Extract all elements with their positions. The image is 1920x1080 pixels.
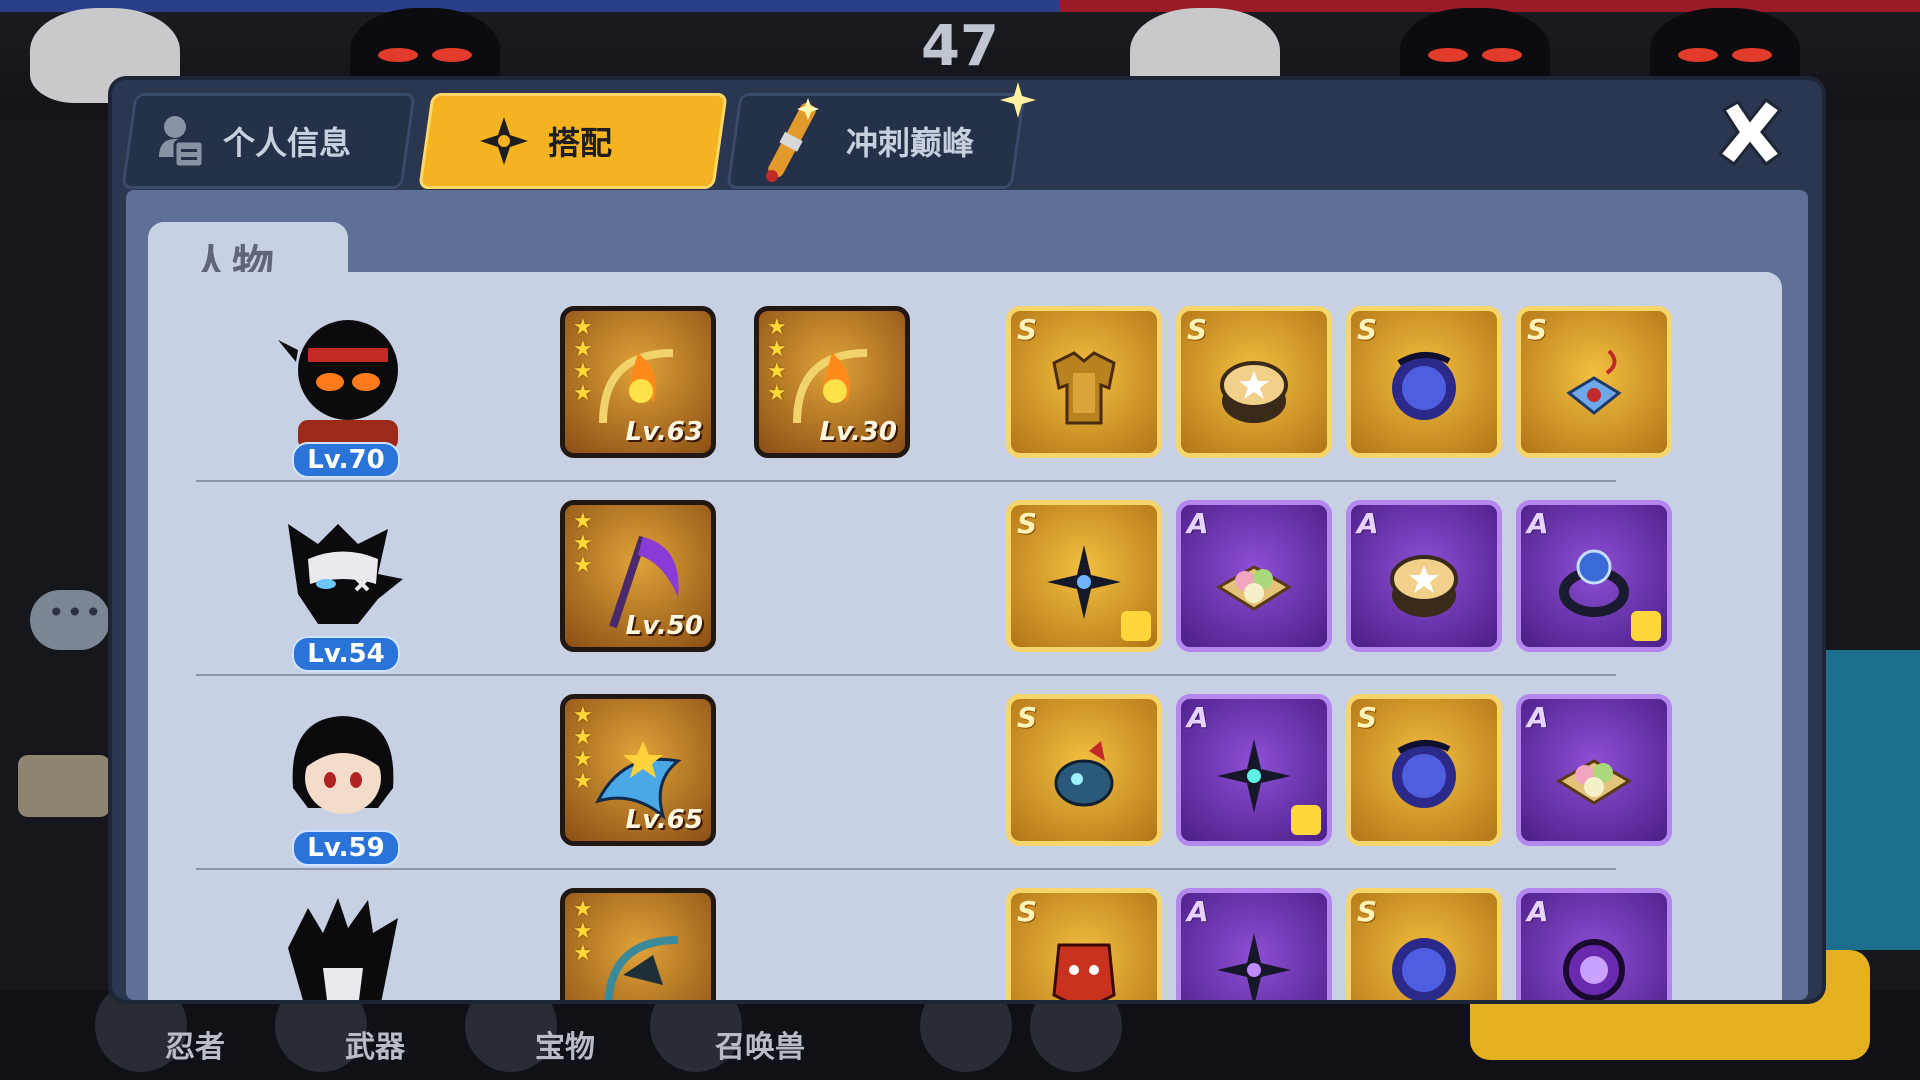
dango-plate-icon bbox=[1556, 758, 1632, 805]
team-blue-health-bar bbox=[0, 0, 1060, 12]
grade-label: S bbox=[1017, 507, 1038, 540]
row-divider bbox=[196, 480, 1616, 482]
shuriken-icon bbox=[1217, 932, 1291, 1000]
upgrade-badge-icon bbox=[1291, 805, 1321, 835]
weapon-level: Lv.65 bbox=[625, 805, 703, 835]
nav-ninja[interactable]: 忍者 bbox=[165, 1022, 225, 1066]
weapon-slot[interactable]: ★ ★ ★ bbox=[560, 888, 716, 1000]
chat-bubble-icon[interactable]: ••• bbox=[30, 590, 110, 650]
drum-icon bbox=[1220, 360, 1288, 423]
sparkle-icon bbox=[1000, 82, 1036, 118]
gear-slot[interactable]: S bbox=[1346, 888, 1502, 1000]
gear-slot[interactable]: A bbox=[1176, 888, 1332, 1000]
level-badge: Lv.70 bbox=[292, 442, 400, 478]
grade-label: S bbox=[1357, 701, 1378, 734]
weapon-slot[interactable]: ★ ★ ★ ★ Lv.65 bbox=[560, 694, 716, 846]
roster-list[interactable]: Lv.70 ★ ★ ★ ★ Lv.63 ★ ★ ★ ★ Lv.30 S S S … bbox=[148, 272, 1782, 1000]
tab-loadout-label: 搭配 bbox=[548, 124, 613, 162]
grade-label: S bbox=[1017, 313, 1038, 346]
side-panel bbox=[1820, 650, 1920, 950]
nav-treasure[interactable]: 宝物 bbox=[535, 1022, 595, 1066]
ninja-avatar[interactable] bbox=[268, 888, 418, 1000]
tab-profile-label: 个人信息 bbox=[223, 124, 352, 162]
grade-label: A bbox=[1357, 507, 1379, 540]
dango-plate-icon bbox=[1216, 564, 1292, 611]
level-badge: Lv.54 bbox=[292, 636, 400, 672]
upgrade-badge-icon bbox=[1121, 611, 1151, 641]
gear-slot[interactable]: S bbox=[1346, 694, 1502, 846]
row-divider bbox=[196, 868, 1616, 870]
dragon-bow-icon bbox=[604, 935, 679, 1000]
demon-mask-icon bbox=[1052, 943, 1116, 1000]
weapon-slot[interactable]: ★ ★ ★ ★ Lv.63 bbox=[560, 306, 716, 458]
ninja-avatar[interactable] bbox=[268, 310, 418, 460]
ninja-avatar[interactable] bbox=[268, 698, 418, 848]
grade-label: S bbox=[1187, 313, 1208, 346]
scroll-icon bbox=[766, 98, 819, 182]
shuriken-icon bbox=[1217, 738, 1291, 813]
weapon-level: Lv.50 bbox=[625, 611, 703, 641]
charm-icon bbox=[1566, 349, 1622, 415]
grade-label: S bbox=[1017, 701, 1038, 734]
armor-icon bbox=[1052, 350, 1116, 425]
gear-slot[interactable]: A bbox=[1516, 888, 1672, 1000]
grade-label: S bbox=[1017, 895, 1038, 928]
weapon-stars: ★ ★ ★ ★ bbox=[573, 703, 593, 794]
grade-label: A bbox=[1527, 701, 1549, 734]
gear-slot[interactable]: A bbox=[1516, 500, 1672, 652]
person-card-icon bbox=[159, 116, 205, 169]
dark-orb-icon bbox=[1392, 739, 1456, 808]
drum-icon bbox=[1390, 554, 1458, 617]
shuriken-icon bbox=[1047, 544, 1121, 619]
grade-label: A bbox=[1187, 507, 1209, 540]
gear-slot[interactable]: A bbox=[1176, 694, 1332, 846]
weapon-level: Lv.63 bbox=[625, 417, 703, 447]
close-icon[interactable] bbox=[1710, 92, 1790, 172]
grade-label: A bbox=[1527, 507, 1549, 540]
upgrade-badge-icon bbox=[1631, 611, 1661, 641]
weapon-stars: ★ ★ ★ ★ bbox=[767, 315, 787, 406]
ninja-avatar[interactable] bbox=[268, 504, 418, 654]
weapon-slot[interactable]: ★ ★ ★ ★ Lv.30 bbox=[754, 306, 910, 458]
weapon-stars: ★ ★ ★ bbox=[573, 897, 593, 966]
gear-slot[interactable]: S bbox=[1516, 306, 1672, 458]
tab-sprint-peak[interactable]: 冲刺巅峰 bbox=[726, 93, 1026, 189]
nav-weapon[interactable]: 武器 bbox=[345, 1022, 405, 1066]
fish-lantern-icon bbox=[1054, 740, 1114, 807]
gear-slot[interactable]: S bbox=[1176, 306, 1332, 458]
dark-orb-icon bbox=[1392, 937, 1456, 1000]
gear-slot[interactable]: S bbox=[1346, 306, 1502, 458]
weapon-slot[interactable]: ★ ★ ★ Lv.50 bbox=[560, 500, 716, 652]
nav-summon[interactable]: 召唤兽 bbox=[715, 1022, 805, 1066]
grade-label: S bbox=[1357, 895, 1378, 928]
tab-sprint-peak-label: 冲刺巅峰 bbox=[846, 124, 975, 162]
row-divider bbox=[196, 674, 1616, 676]
weapon-stars: ★ ★ ★ ★ bbox=[573, 315, 593, 406]
gear-slot[interactable]: S bbox=[1006, 888, 1162, 1000]
dark-orb-icon bbox=[1392, 351, 1456, 420]
tag-icon[interactable] bbox=[18, 755, 110, 817]
tab-profile[interactable]: 个人信息 bbox=[121, 93, 416, 189]
tab-loadout[interactable]: 搭配 bbox=[418, 93, 728, 189]
ring-icon bbox=[1559, 549, 1629, 617]
match-score: 47 bbox=[921, 14, 999, 79]
grade-label: S bbox=[1357, 313, 1378, 346]
grade-label: A bbox=[1187, 701, 1209, 734]
gear-slot[interactable]: A bbox=[1346, 500, 1502, 652]
weapon-stars: ★ ★ ★ bbox=[573, 509, 593, 578]
gear-slot[interactable]: S bbox=[1006, 306, 1162, 458]
gear-slot[interactable]: S bbox=[1006, 500, 1162, 652]
grade-label: S bbox=[1527, 313, 1548, 346]
weapon-level: Lv.30 bbox=[819, 417, 897, 447]
gear-slot[interactable]: S bbox=[1006, 694, 1162, 846]
gear-slot[interactable]: A bbox=[1176, 500, 1332, 652]
grade-label: A bbox=[1187, 895, 1209, 928]
grade-label: A bbox=[1527, 895, 1549, 928]
shuriken-icon bbox=[480, 117, 528, 165]
level-badge: Lv.59 bbox=[292, 830, 400, 866]
gear-slot[interactable]: A bbox=[1516, 694, 1672, 846]
ring-icon bbox=[1563, 938, 1625, 1000]
